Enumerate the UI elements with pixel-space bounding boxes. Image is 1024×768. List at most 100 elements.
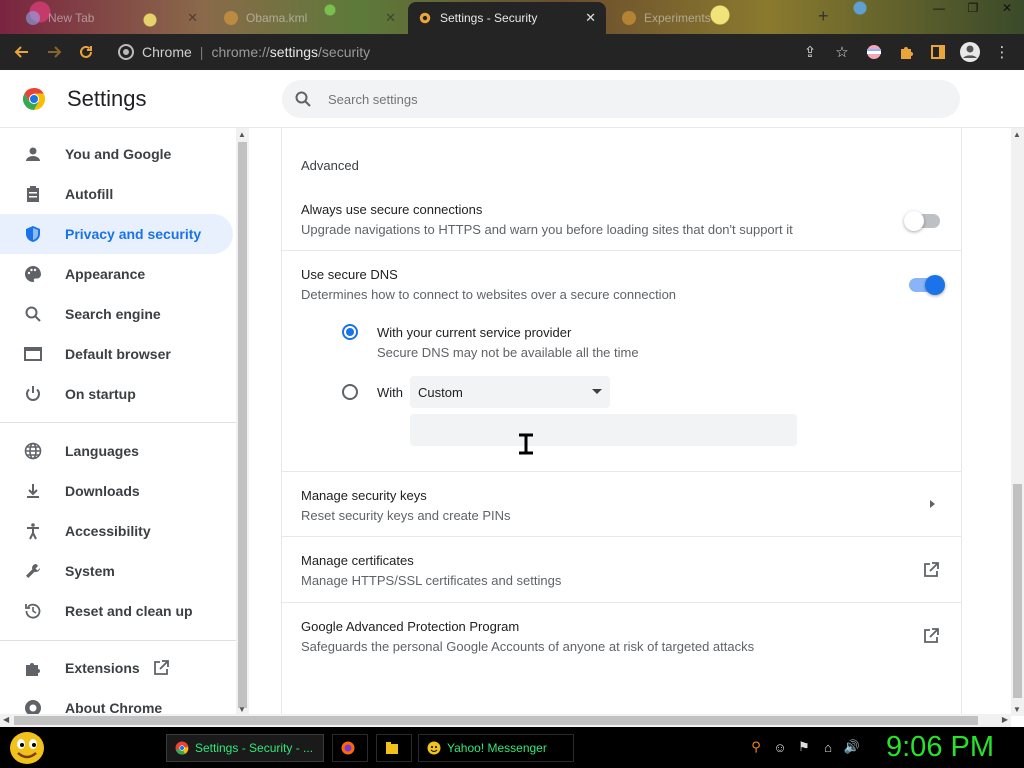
forward-button[interactable] xyxy=(38,36,70,68)
tab-close-icon[interactable]: ✕ xyxy=(385,10,396,26)
tab-obama-kml[interactable]: Obama.kml ✕ xyxy=(214,2,406,34)
sidebar-item-label: You and Google xyxy=(65,146,172,162)
settings-search[interactable] xyxy=(282,80,960,118)
chevron-right-icon xyxy=(930,500,935,508)
search-input[interactable] xyxy=(328,91,888,107)
scroll-up-arrow-icon[interactable]: ▲ xyxy=(1013,130,1021,139)
taskbar-button-yahoo-messenger[interactable]: Yahoo! Messenger xyxy=(418,734,574,762)
tab-new-tab[interactable]: New Tab ✕ xyxy=(16,2,208,34)
tab-title: New Tab xyxy=(48,11,95,25)
tab-close-icon[interactable]: ✕ xyxy=(187,10,198,26)
volume-icon[interactable]: 🔊 xyxy=(840,737,864,757)
text-cursor-icon xyxy=(519,433,533,455)
security-keys-row[interactable]: Manage security keys Reset security keys… xyxy=(282,472,961,536)
extensions-puzzle-icon[interactable] xyxy=(890,36,922,68)
tab-favicon-icon xyxy=(224,11,238,25)
toggle-knob xyxy=(925,275,945,295)
dns-current-provider-label: With your current service provider xyxy=(377,325,572,340)
profile-flag-icon[interactable] xyxy=(858,36,890,68)
https-only-subtitle: Upgrade navigations to HTTPS and warn yo… xyxy=(301,222,793,237)
sidebar-item-accessibility[interactable]: Accessibility xyxy=(0,511,233,551)
messenger-status-icon[interactable]: ☺ xyxy=(768,737,792,757)
reload-button[interactable] xyxy=(70,36,102,68)
sidebar-item-extensions[interactable]: Extensions xyxy=(0,648,233,688)
minimize-button[interactable]: — xyxy=(922,0,956,18)
dns-custom-radio[interactable] xyxy=(342,384,358,400)
start-smiley-icon[interactable] xyxy=(8,730,46,766)
menu-kebab-icon[interactable]: ⋮ xyxy=(986,36,1018,68)
sidebar-scrollbar[interactable]: ▲ ▼ xyxy=(236,128,249,716)
sidebar-item-languages[interactable]: Languages xyxy=(0,431,233,471)
sidebar-item-label: Privacy and security xyxy=(65,226,202,242)
network-icon[interactable]: ⌂ xyxy=(816,737,840,757)
sidebar-item-default-browser[interactable]: Default browser xyxy=(0,334,233,374)
sidebar-item-autofill[interactable]: Autofill xyxy=(0,174,233,214)
scrollbar-thumb[interactable] xyxy=(1013,484,1022,698)
advanced-protection-row[interactable]: Google Advanced Protection Program Safeg… xyxy=(282,603,961,669)
horizontal-scrollbar[interactable]: ◀ ▶ xyxy=(0,714,1011,727)
scrollbar-thumb[interactable] xyxy=(14,716,978,725)
sidebar-item-system[interactable]: System xyxy=(0,551,233,591)
power-icon xyxy=(23,384,43,404)
tab-strip: New Tab ✕ Obama.kml ✕ Settings - Securit… xyxy=(0,0,1024,34)
url-text[interactable]: chrome://settings/security xyxy=(211,44,370,60)
taskbar-button-chrome[interactable]: Settings - Security - ... xyxy=(166,734,324,762)
taskbar-button-explorer[interactable] xyxy=(376,734,412,762)
sidebar-item-label: Downloads xyxy=(65,483,140,499)
settings-header: Settings xyxy=(0,70,1024,128)
profile-avatar[interactable] xyxy=(954,36,986,68)
search-icon[interactable]: ⚲ xyxy=(744,737,768,757)
window-controls: — ❐ ✕ xyxy=(922,0,1024,18)
page-title: Settings xyxy=(67,86,147,111)
scroll-right-arrow-icon[interactable]: ▶ xyxy=(1002,715,1008,724)
scroll-down-arrow-icon[interactable]: ▼ xyxy=(238,705,246,714)
omnibox-separator: | xyxy=(199,44,204,60)
taskbar-button-label: Settings - Security - ... xyxy=(195,741,314,755)
secure-dns-title: Use secure DNS xyxy=(301,267,398,282)
custom-dns-input[interactable] xyxy=(410,414,797,446)
tab-settings-security[interactable]: Settings - Security ✕ xyxy=(408,2,606,34)
sidebar-divider xyxy=(0,422,236,423)
scroll-up-arrow-icon[interactable]: ▲ xyxy=(238,130,246,139)
side-panel-icon[interactable] xyxy=(922,36,954,68)
sidebar-item-reset-and-clean-up[interactable]: Reset and clean up xyxy=(0,591,233,631)
tab-favicon-icon xyxy=(26,11,40,25)
close-window-button[interactable]: ✕ xyxy=(990,0,1024,18)
flag-icon[interactable]: ⚑ xyxy=(792,737,816,757)
certificates-row[interactable]: Manage certificates Manage HTTPS/SSL cer… xyxy=(282,537,961,602)
open-in-new-icon xyxy=(924,628,939,643)
firefox-icon xyxy=(341,741,355,755)
sidebar-item-search-engine[interactable]: Search engine xyxy=(0,294,233,334)
sidebar-item-on-startup[interactable]: On startup xyxy=(0,374,233,414)
sidebar-item-label: Reset and clean up xyxy=(65,603,193,619)
taskbar-button-firefox[interactable] xyxy=(332,734,368,762)
dns-current-provider-radio[interactable] xyxy=(342,324,358,340)
chrome-icon xyxy=(175,741,189,755)
sidebar-item-appearance[interactable]: Appearance xyxy=(0,254,233,294)
url-path: /security xyxy=(318,44,371,60)
scrollbar-thumb[interactable] xyxy=(238,142,247,708)
share-icon[interactable]: ⇪ xyxy=(794,36,826,68)
advanced-protection-subtitle: Safeguards the personal Google Accounts … xyxy=(301,639,755,654)
new-tab-button[interactable]: + xyxy=(818,6,829,27)
sidebar-item-downloads[interactable]: Downloads xyxy=(0,471,233,511)
scroll-left-arrow-icon[interactable]: ◀ xyxy=(3,715,9,724)
address-bar[interactable]: Chrome | chrome://settings/security xyxy=(108,38,784,66)
tab-experiments[interactable]: Experiments xyxy=(612,2,812,34)
sidebar-item-label: Languages xyxy=(65,443,139,459)
sidebar-item-privacy-and-security[interactable]: Privacy and security xyxy=(0,214,233,254)
maximize-button[interactable]: ❐ xyxy=(956,0,990,18)
sidebar-item-you-and-google[interactable]: You and Google xyxy=(0,134,233,174)
dns-current-provider-subtitle: Secure DNS may not be available all the … xyxy=(377,345,639,360)
secure-dns-toggle[interactable] xyxy=(909,275,945,295)
sidebar-item-label: On startup xyxy=(65,386,136,402)
sidebar-item-about-chrome[interactable]: About Chrome xyxy=(0,688,233,716)
reload-icon xyxy=(80,45,92,58)
back-button[interactable] xyxy=(6,36,38,68)
scroll-down-arrow-icon[interactable]: ▼ xyxy=(1013,705,1021,714)
bookmark-star-icon[interactable]: ☆ xyxy=(826,36,858,68)
dns-provider-select[interactable]: Custom xyxy=(410,376,610,408)
main-scrollbar[interactable]: ▲ ▼ xyxy=(1011,128,1024,716)
tab-close-icon[interactable]: ✕ xyxy=(585,10,596,26)
https-only-toggle[interactable] xyxy=(904,211,940,231)
